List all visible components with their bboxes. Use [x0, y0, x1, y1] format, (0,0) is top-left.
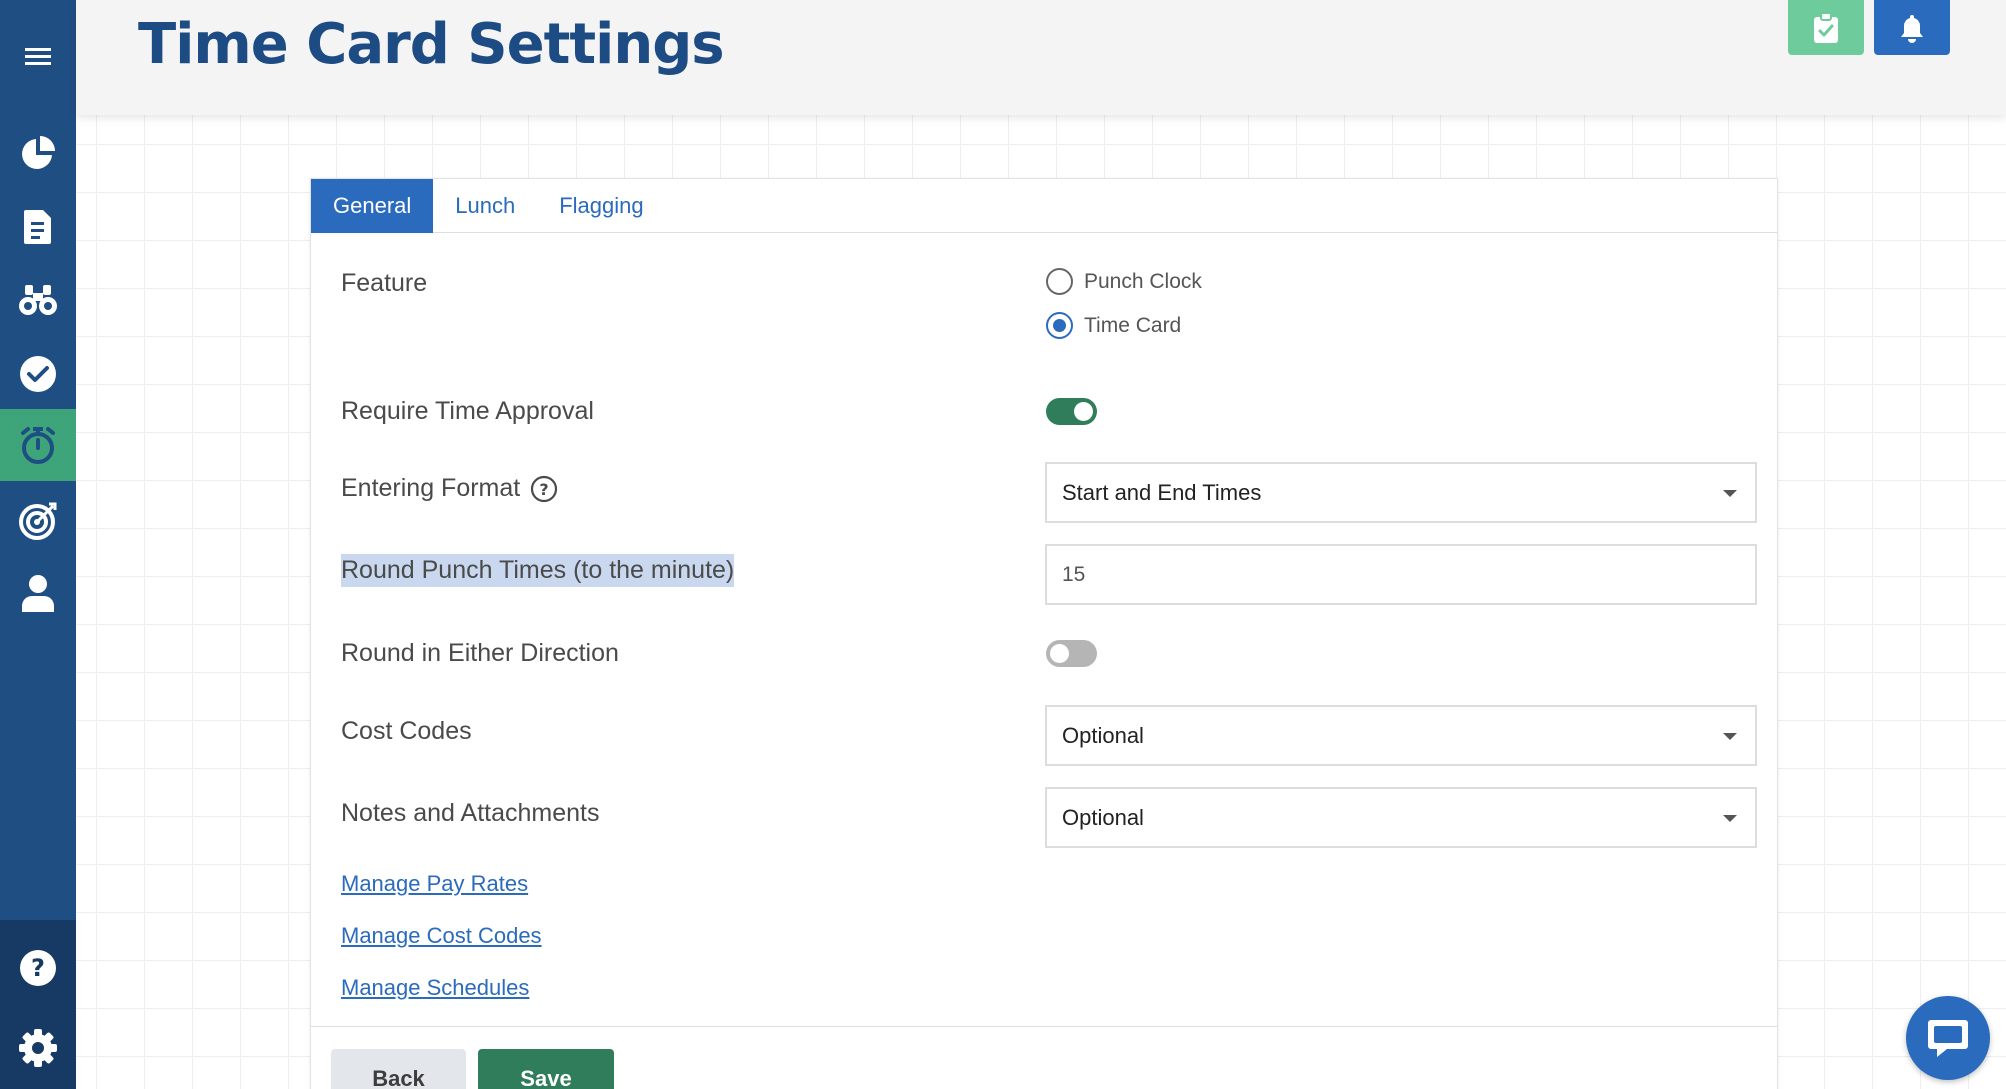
sidebar-item-dashboard[interactable] [0, 117, 76, 189]
radio-button-checked[interactable] [1046, 312, 1073, 339]
approvals-button[interactable] [1788, 0, 1864, 55]
page-header: Time Card Settings [76, 0, 2006, 115]
entering-format-value: Start and End Times [1062, 479, 1262, 505]
save-button[interactable]: Save [478, 1049, 614, 1089]
sidebar-item-reports[interactable] [0, 191, 76, 263]
sidebar-item-time[interactable] [0, 409, 76, 481]
bell-icon [1901, 14, 1923, 43]
settings-tabs: General Lunch Flagging [311, 179, 1777, 233]
require-time-approval-label: Require Time Approval [341, 397, 594, 425]
check-circle-icon [20, 356, 56, 392]
help-button[interactable]: ? [0, 932, 76, 1004]
notes-attachments-label: Notes and Attachments [341, 799, 600, 827]
round-punch-times-field[interactable] [1045, 544, 1757, 605]
entering-format-label: Entering Format [341, 474, 521, 502]
cost-codes-select[interactable]: Optional [1045, 705, 1757, 766]
require-time-approval-toggle[interactable] [1046, 398, 1097, 425]
svg-text:?: ? [31, 954, 45, 982]
time-card-radio[interactable]: Time Card [1046, 312, 1181, 339]
back-button[interactable]: Back [331, 1049, 466, 1089]
sidebar-item-users[interactable] [0, 558, 76, 630]
binoculars-icon [19, 285, 57, 315]
chevron-down-icon [1723, 490, 1737, 497]
round-either-direction-label: Round in Either Direction [341, 639, 619, 667]
round-punch-times-label: Round Punch Times (to the minute) [341, 554, 735, 587]
entering-format-select[interactable]: Start and End Times [1045, 462, 1757, 523]
svg-text:?: ? [540, 480, 549, 499]
notes-attachments-select[interactable]: Optional [1045, 787, 1757, 848]
gear-icon [19, 1029, 57, 1067]
menu-icon [25, 48, 51, 65]
sidebar-item-tasks[interactable] [0, 338, 76, 410]
sidebar-item-search[interactable] [0, 264, 76, 336]
tab-lunch[interactable]: Lunch [433, 179, 537, 233]
tab-flagging[interactable]: Flagging [537, 179, 665, 233]
divider [311, 1026, 1777, 1027]
time-card-label: Time Card [1084, 313, 1182, 337]
tab-general[interactable]: General [311, 179, 434, 233]
chat-button[interactable] [1906, 996, 1990, 1080]
user-icon [22, 575, 54, 612]
chevron-down-icon [1723, 815, 1737, 822]
clipboard-check-icon [1814, 11, 1838, 43]
feature-label: Feature [341, 269, 428, 297]
menu-button[interactable] [0, 20, 76, 92]
chat-icon [1928, 1020, 1968, 1057]
punch-clock-label: Punch Clock [1084, 269, 1202, 293]
notifications-button[interactable] [1874, 0, 1950, 55]
stopwatch-icon [21, 427, 55, 464]
entering-format-row: Entering Format ? [341, 474, 558, 503]
manage-cost-codes-link[interactable]: Manage Cost Codes [341, 923, 542, 949]
round-punch-times-input[interactable] [1062, 562, 1755, 587]
page-title: Time Card Settings [138, 12, 725, 77]
sidebar-item-goals[interactable] [0, 485, 76, 557]
punch-clock-radio[interactable]: Punch Clock [1046, 268, 1202, 295]
manage-pay-rates-link[interactable]: Manage Pay Rates [341, 871, 528, 897]
pie-chart-icon [22, 136, 55, 169]
cost-codes-value: Optional [1062, 722, 1144, 748]
sidebar: ? [0, 0, 76, 1089]
round-either-direction-toggle[interactable] [1046, 640, 1097, 667]
settings-card: General Lunch Flagging Feature Punch Clo… [310, 178, 1778, 1089]
document-icon [24, 210, 51, 244]
help-icon: ? [20, 950, 56, 986]
manage-schedules-link[interactable]: Manage Schedules [341, 975, 529, 1001]
radio-button[interactable] [1046, 268, 1073, 295]
question-circle-icon[interactable]: ? [530, 475, 558, 503]
cost-codes-label: Cost Codes [341, 717, 472, 745]
settings-button[interactable] [0, 1012, 76, 1084]
chevron-down-icon [1723, 733, 1737, 740]
sidebar-footer: ? [0, 920, 76, 1089]
target-icon [19, 502, 57, 540]
notes-attachments-value: Optional [1062, 804, 1144, 830]
